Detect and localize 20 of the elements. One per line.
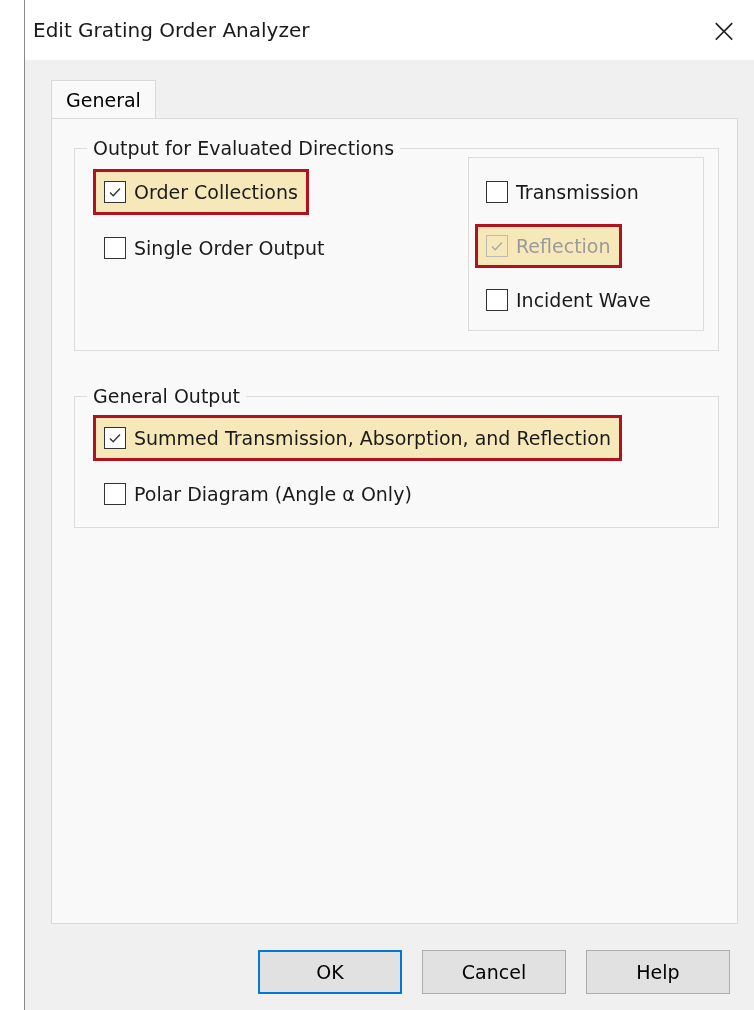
checkbox-option[interactable]: Polar Diagram (Angle α Only) xyxy=(93,471,423,517)
checkbox[interactable] xyxy=(486,289,508,311)
tab[interactable]: General xyxy=(51,80,156,118)
checkbox[interactable] xyxy=(486,181,508,203)
group-title: Output for Evaluated Directions xyxy=(92,137,396,159)
close-button[interactable]: × xyxy=(694,2,754,58)
checkbox-option[interactable]: Single Order Output xyxy=(93,225,336,271)
dialog-button[interactable]: Cancel xyxy=(422,950,566,994)
checkbox-option[interactable]: Incident Wave xyxy=(475,278,662,322)
checkbox[interactable] xyxy=(104,237,126,259)
checkbox[interactable] xyxy=(104,181,126,203)
group-title: General Output xyxy=(92,385,241,407)
window-title: Edit Grating Order Analyzer xyxy=(33,18,310,42)
dialog-button[interactable]: OK xyxy=(258,950,402,994)
dialog-button[interactable]: Help xyxy=(586,950,730,994)
checkbox-option[interactable]: Order Collections xyxy=(93,169,309,215)
checkbox[interactable] xyxy=(104,427,126,449)
checkbox-option[interactable]: Transmission xyxy=(475,170,650,214)
checkbox-option[interactable]: Summed Transmission, Absorption, and Reflection xyxy=(93,415,622,461)
checkbox[interactable] xyxy=(104,483,126,505)
